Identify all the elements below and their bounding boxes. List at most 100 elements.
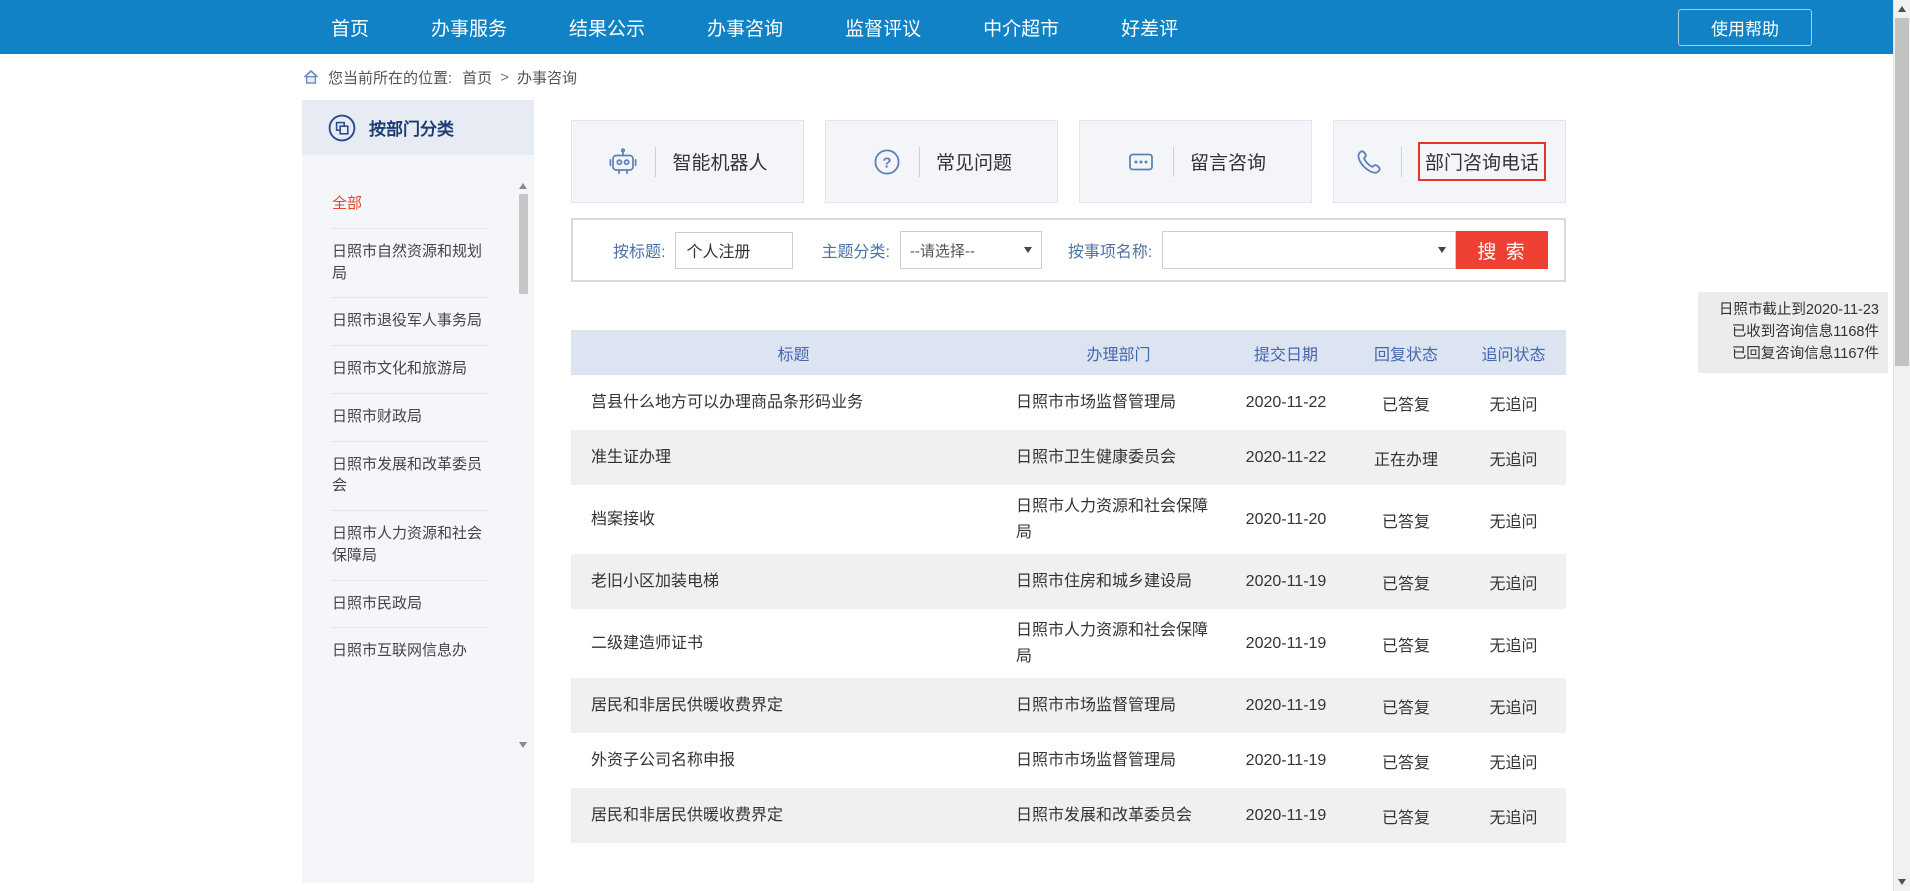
tab-smart-robot[interactable]: 智能机器人 (571, 120, 804, 203)
item-name-select[interactable] (1162, 231, 1456, 269)
content-area: 按部门分类 全部 日照市自然资源和规划局 日照市退役军人事务局 (302, 100, 1910, 883)
robot-icon (607, 146, 639, 178)
sidebar-item-label: 日照市文化和旅游局 (332, 360, 467, 377)
sidebar-item-label: 日照市自然资源和规划局 (332, 243, 482, 282)
cell-title: 二级建造师证书 (571, 632, 1016, 656)
cell-title: 莒县什么地方可以办理商品条形码业务 (571, 391, 1016, 415)
sidebar-item[interactable]: 全部 (332, 181, 488, 229)
topic-category-label: 主题分类: (821, 238, 889, 262)
cell-title: 老旧小区加装电梯 (571, 570, 1016, 594)
table-row[interactable]: 老旧小区加装电梯 日照市住房和城乡建设局 2020-11-19 已答复 无追问 (571, 554, 1566, 609)
cell-date: 2020-11-22 (1221, 449, 1351, 467)
stats-line-deadline: 日照市截止到2020-11-23 (1707, 300, 1879, 322)
page-scrollbar-thumb[interactable] (1895, 18, 1909, 366)
page-scrollbar[interactable] (1893, 0, 1910, 891)
main-panel: 智能机器人 ? 常见问题 (571, 100, 1566, 843)
sidebar-item-label: 日照市民政局 (332, 595, 422, 612)
cell-title: 外资子公司名称申报 (571, 749, 1016, 773)
cell-title: 准生证办理 (571, 446, 1016, 470)
tab-label-highlighted: 部门咨询电话 (1418, 142, 1546, 181)
sidebar-item[interactable]: 日照市文化和旅游局 (332, 346, 488, 394)
message-icon (1125, 146, 1157, 178)
search-button[interactable]: 搜 索 (1456, 231, 1548, 269)
table-row[interactable]: 外资子公司名称申报 日照市市场监督管理局 2020-11-19 已答复 无追问 (571, 733, 1566, 788)
breadcrumb-prefix: 您当前所在的位置: (328, 67, 452, 88)
nav-item[interactable]: 首页 (300, 14, 400, 41)
table-row[interactable]: 档案接收 日照市人力资源和社会保障局 2020-11-20 已答复 无追问 (571, 485, 1566, 554)
sidebar-item-label: 日照市退役军人事务局 (332, 312, 482, 329)
top-nav: 首页 办事服务 结果公示 办事咨询 监督评议 中介超市 好差评 使用帮助 (0, 0, 1910, 54)
col-header-reply-status: 回复状态 (1351, 341, 1461, 365)
cell-department: 日照市市场监督管理局 (1016, 390, 1221, 416)
tab-leave-message[interactable]: 留言咨询 (1079, 120, 1312, 203)
tab-divider (655, 147, 656, 177)
stats-box: 日照市截止到2020-11-23 已收到咨询信息1168件 已回复咨询信息116… (1698, 292, 1888, 373)
table-row[interactable]: 二级建造师证书 日照市人力资源和社会保障局 2020-11-19 已答复 无追问 (571, 609, 1566, 678)
nav-item[interactable]: 中介超市 (952, 14, 1090, 41)
table-row[interactable]: 居民和非居民供暖收费界定 日照市发展和改革委员会 2020-11-19 已答复 … (571, 788, 1566, 843)
col-header-department: 办理部门 (1016, 341, 1221, 365)
cell-title: 居民和非居民供暖收费界定 (571, 804, 1016, 828)
sidebar-item-label: 日照市人力资源和社会保障局 (332, 525, 482, 564)
cell-followup-status: 无追问 (1461, 632, 1566, 656)
cell-followup-status: 无追问 (1461, 446, 1566, 470)
sidebar-item[interactable]: 日照市人力资源和社会保障局 (332, 511, 488, 581)
cell-reply-status: 已答复 (1351, 391, 1461, 415)
nav-item[interactable]: 结果公示 (538, 14, 676, 41)
breadcrumb-home-link[interactable]: 首页 (462, 67, 492, 88)
cell-department: 日照市发展和改革委员会 (1016, 803, 1221, 829)
cell-reply-status: 正在办理 (1351, 446, 1461, 470)
sidebar-item-label: 日照市财政局 (332, 408, 422, 425)
cell-date: 2020-11-20 (1221, 511, 1351, 529)
table-row[interactable]: 居民和非居民供暖收费界定 日照市市场监督管理局 2020-11-19 已答复 无… (571, 678, 1566, 733)
sidebar-scroll-up-icon[interactable] (519, 183, 527, 189)
consult-table: 标题 办理部门 提交日期 回复状态 追问状态 莒县什么地方可以办理商品条形码业务… (571, 330, 1566, 843)
cell-date: 2020-11-19 (1221, 573, 1351, 591)
col-header-followup-status: 追问状态 (1461, 341, 1566, 365)
cell-reply-status: 已答复 (1351, 749, 1461, 773)
stats-line-received: 已收到咨询信息1168件 (1707, 322, 1879, 344)
tab-faq[interactable]: ? 常见问题 (825, 120, 1058, 203)
caret-down-icon (1024, 247, 1032, 253)
tab-label: 智能机器人 (672, 148, 767, 175)
table-row[interactable]: 莒县什么地方可以办理商品条形码业务 日照市市场监督管理局 2020-11-22 … (571, 375, 1566, 430)
tab-divider (919, 147, 920, 177)
cell-department: 日照市人力资源和社会保障局 (1016, 494, 1221, 545)
table-row[interactable]: 准生证办理 日照市卫生健康委员会 2020-11-22 正在办理 无追问 (571, 430, 1566, 485)
cell-reply-status: 已答复 (1351, 694, 1461, 718)
col-header-title: 标题 (571, 341, 1016, 365)
sidebar-title: 按部门分类 (369, 115, 454, 140)
page-scroll-down-icon[interactable] (1898, 879, 1906, 885)
svg-text:?: ? (882, 154, 891, 171)
sidebar-item[interactable]: 日照市自然资源和规划局 (332, 229, 488, 299)
help-button[interactable]: 使用帮助 (1678, 9, 1812, 46)
topic-category-select[interactable]: --请选择-- (900, 231, 1042, 269)
sidebar-item[interactable]: 日照市民政局 (332, 581, 488, 629)
sidebar-list: 全部 日照市自然资源和规划局 日照市退役军人事务局 日照市文化和旅游局 (302, 155, 534, 675)
sidebar-scrollbar-thumb[interactable] (519, 194, 528, 294)
nav-item[interactable]: 监督评议 (814, 14, 952, 41)
sidebar-item-label: 全部 (332, 195, 362, 212)
page: 首页 办事服务 结果公示 办事咨询 监督评议 中介超市 好差评 使用帮助 您当前… (0, 0, 1910, 891)
nav-item[interactable]: 好差评 (1090, 14, 1209, 41)
nav-item[interactable]: 办事服务 (400, 14, 538, 41)
search-title-input[interactable] (675, 232, 793, 269)
sidebar-item[interactable]: 日照市发展和改革委员会 (332, 442, 488, 512)
sidebar-scroll-down-icon[interactable] (519, 742, 527, 748)
search-panel: 按标题: 主题分类: --请选择-- 按事项名称: 搜 索 (571, 218, 1566, 282)
tab-department-phone[interactable]: 部门咨询电话 (1333, 120, 1566, 203)
page-scroll-up-icon[interactable] (1898, 6, 1906, 12)
sidebar-item[interactable]: 日照市财政局 (332, 394, 488, 442)
cell-reply-status: 已答复 (1351, 570, 1461, 594)
cell-reply-status: 已答复 (1351, 632, 1461, 656)
cell-department: 日照市市场监督管理局 (1016, 693, 1221, 719)
sidebar-scrollbar[interactable] (518, 183, 529, 748)
nav-item[interactable]: 办事咨询 (676, 14, 814, 41)
tab-label: 常见问题 (936, 148, 1012, 175)
cell-department: 日照市住房和城乡建设局 (1016, 569, 1221, 595)
sidebar-item-label: 日照市发展和改革委员会 (332, 456, 482, 495)
cell-department: 日照市市场监督管理局 (1016, 748, 1221, 774)
cell-reply-status: 已答复 (1351, 804, 1461, 828)
sidebar-item[interactable]: 日照市退役军人事务局 (332, 298, 488, 346)
sidebar-item[interactable]: 日照市互联网信息办 (332, 628, 488, 675)
